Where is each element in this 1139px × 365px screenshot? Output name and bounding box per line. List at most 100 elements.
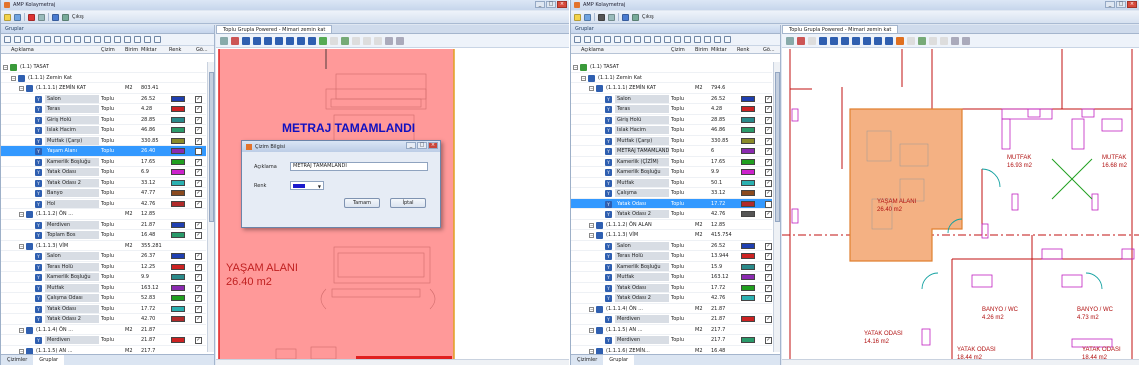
table-row[interactable]: Y Yatak Odası 2 Toplu 33.12 ✓ xyxy=(1,178,206,188)
zoom-out-icon[interactable] xyxy=(396,36,404,45)
ok-button[interactable]: Tamam xyxy=(344,198,380,208)
tool-v-icon[interactable] xyxy=(275,36,283,45)
visible-checkbox[interactable] xyxy=(195,148,202,155)
table-row[interactable]: Y METRAJ TAMAMLANDI Toplu 6 ✓ xyxy=(571,146,772,157)
visible-checkbox[interactable]: ✓ xyxy=(195,274,202,281)
group-row[interactable]: − (1.1.1.4) ÖN ... M2 21.87 xyxy=(571,304,772,314)
horizontal-scrollbar[interactable] xyxy=(216,359,569,365)
group-row[interactable]: − (1.1.1.1) ZEMİN KAT M2 803.41 xyxy=(1,83,206,94)
visible-checkbox[interactable]: ✓ xyxy=(765,253,772,260)
visible-checkbox[interactable]: ✓ xyxy=(765,137,772,145)
col-unit[interactable]: Birim xyxy=(125,47,138,53)
color-swatch[interactable] xyxy=(741,148,755,154)
visible-checkbox[interactable] xyxy=(765,200,772,208)
copy-icon[interactable] xyxy=(134,36,141,43)
table-row[interactable]: Y Merdiven Toplu 21.87 ✓ xyxy=(1,220,206,230)
table-row[interactable]: Y Hol Toplu 42.76 ✓ xyxy=(1,199,206,209)
table-row[interactable]: Y Kamerlik Boşluğu Toplu 9.9 ✓ xyxy=(1,272,206,283)
tool-m-icon[interactable] xyxy=(863,36,871,45)
color-swatch[interactable] xyxy=(171,116,185,123)
visible-checkbox[interactable]: ✓ xyxy=(195,137,202,145)
lock-icon[interactable] xyxy=(714,36,721,43)
expand-toggle[interactable]: − xyxy=(19,243,24,249)
color-swatch[interactable] xyxy=(741,316,755,322)
move-icon[interactable] xyxy=(918,36,926,45)
settings-icon[interactable] xyxy=(622,13,629,21)
table-row[interactable]: Y Yatak Odası Toplu 17.72 ✓ xyxy=(571,283,772,293)
zoom-in-icon[interactable] xyxy=(951,36,959,45)
dialog-close-button[interactable]: × xyxy=(428,142,438,149)
color-swatch[interactable] xyxy=(171,148,185,154)
expand-toggle[interactable]: − xyxy=(589,233,594,238)
expand-toggle[interactable]: − xyxy=(573,65,578,70)
pan-icon[interactable] xyxy=(220,36,228,45)
table-row[interactable]: Y Mutfak Toplu 163.12 ✓ xyxy=(571,272,772,283)
stop-icon[interactable] xyxy=(598,13,605,21)
grid-icon[interactable] xyxy=(38,13,45,21)
pan-icon[interactable] xyxy=(786,36,794,45)
color-swatch[interactable] xyxy=(171,337,185,343)
expand-toggle[interactable]: − xyxy=(19,86,24,91)
zoom-icon[interactable] xyxy=(231,36,239,45)
visible-checkbox[interactable]: ✓ xyxy=(195,106,202,113)
tool-a-icon[interactable] xyxy=(308,36,316,45)
table-row[interactable]: Y Teras Toplu 4.28 ✓ xyxy=(571,104,772,115)
group-row[interactable]: − (1.1.1.3) VİM M2 415.754 xyxy=(571,230,772,241)
group-row[interactable]: − (1.1.1.1) ZEMİN KAT M2 794.6 xyxy=(571,83,772,94)
expand-toggle[interactable]: − xyxy=(589,222,594,228)
remove-icon[interactable] xyxy=(74,36,81,43)
group-row[interactable]: − (1.1.1) Zemin Kat xyxy=(1,73,206,83)
dialog-max-button[interactable]: □ xyxy=(417,142,427,149)
close-button[interactable]: × xyxy=(557,1,567,8)
table-row[interactable]: Y Giriş Holü Toplu 28.85 ✓ xyxy=(571,115,772,125)
visible-checkbox[interactable]: ✓ xyxy=(195,190,202,197)
table-row[interactable]: Y Mutfak (Çarşı) Toplu 330.85 ✓ xyxy=(571,136,772,146)
delete-icon[interactable] xyxy=(574,36,581,43)
visible-checkbox[interactable]: ✓ xyxy=(195,253,202,260)
zoom-icon[interactable] xyxy=(797,36,805,45)
color-swatch[interactable] xyxy=(171,284,185,291)
visible-checkbox[interactable]: ✓ xyxy=(195,179,202,187)
edit-icon[interactable] xyxy=(64,36,71,43)
group-row[interactable]: − (1.1) TASAT xyxy=(571,62,772,73)
close-button[interactable]: × xyxy=(1127,1,1137,8)
col-desc[interactable]: Açıklama xyxy=(11,47,34,53)
tab-drawings[interactable]: Çizimler xyxy=(1,355,33,365)
color-swatch[interactable] xyxy=(741,116,755,123)
add-icon[interactable] xyxy=(84,36,91,43)
expand-toggle[interactable]: − xyxy=(589,86,594,91)
collapse-icon[interactable] xyxy=(14,36,21,43)
scrollbar-thumb[interactable] xyxy=(209,72,214,222)
collapse-icon[interactable] xyxy=(584,36,591,43)
tool-y-icon[interactable] xyxy=(841,36,849,45)
table-row[interactable]: Y Mutfak (Çarşı) Toplu 330.85 ✓ xyxy=(1,136,206,146)
minus-icon[interactable] xyxy=(674,36,681,43)
table-row[interactable]: Y Kamerlik Boşluğu Toplu 15.9 ✓ xyxy=(571,262,772,272)
visible-checkbox[interactable]: ✓ xyxy=(195,284,202,292)
tool-t-icon[interactable] xyxy=(242,36,250,45)
table-row[interactable]: Y Mutfak Toplu 163.12 ✓ xyxy=(1,283,206,293)
visible-checkbox[interactable]: ✓ xyxy=(195,95,202,103)
arrow-right-icon[interactable] xyxy=(664,36,671,43)
horizontal-scrollbar[interactable] xyxy=(782,359,1139,365)
table-row[interactable]: Y Yatak Odası 2 Toplu 42.76 ✓ xyxy=(571,293,772,304)
help-icon[interactable] xyxy=(62,13,69,21)
table-row[interactable]: Y Yaşam Alanı Toplu 26.40 xyxy=(1,146,206,157)
col-type[interactable]: Çizim xyxy=(101,47,115,53)
print-icon[interactable] xyxy=(684,36,691,43)
visible-checkbox[interactable]: ✓ xyxy=(765,169,772,176)
col-color[interactable]: Renk xyxy=(169,47,181,53)
zoom-in-icon[interactable] xyxy=(385,36,393,45)
zoom-out-icon[interactable] xyxy=(962,36,970,45)
tab-drawings[interactable]: Çizimler xyxy=(571,355,603,365)
maximize-button[interactable]: □ xyxy=(1116,1,1126,8)
color-swatch[interactable] xyxy=(171,221,185,228)
color-swatch[interactable] xyxy=(171,158,185,165)
vertical-scrollbar[interactable] xyxy=(207,62,214,352)
stop-icon[interactable] xyxy=(28,13,35,21)
color-swatch[interactable] xyxy=(741,127,755,133)
export-icon[interactable] xyxy=(124,36,131,43)
visible-checkbox[interactable]: ✓ xyxy=(765,274,772,281)
color-swatch[interactable] xyxy=(741,211,755,217)
table-row[interactable]: Y Toplam Bos Toplu 16.48 ✓ xyxy=(1,230,206,241)
